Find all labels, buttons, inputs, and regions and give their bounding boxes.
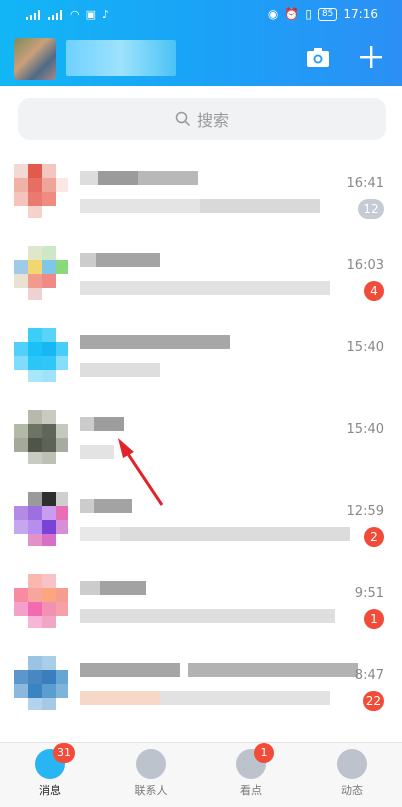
unread-count-badge: 1 [364, 609, 384, 629]
app-header: ◠ ▣ ♪ ◉ ⏰ ▯ 85 17:16 [0, 0, 402, 86]
tab-label: 动态 [341, 784, 363, 797]
eye-icon: 1 [236, 743, 274, 779]
app-notification-icon: ▣ [85, 8, 97, 21]
tab-messages[interactable]: 31 消息 [20, 743, 80, 798]
unread-count-badge: 4 [364, 281, 384, 301]
message-preview-blurred [80, 362, 160, 377]
profile-avatar[interactable] [14, 38, 56, 80]
tab-badge: 1 [254, 743, 274, 763]
message-preview-blurred [80, 280, 330, 295]
conversation-time: 9:51 [354, 586, 384, 601]
contact-name-blurred [80, 252, 160, 267]
conversation-time: 16:03 [346, 258, 384, 273]
conversation-time: 15:40 [346, 340, 384, 355]
tab-contacts[interactable]: 联系人 [121, 749, 181, 798]
camera-button[interactable] [306, 46, 330, 68]
plus-icon [360, 46, 382, 68]
contact-avatar-blurred [14, 246, 68, 300]
contact-avatar-blurred [14, 410, 68, 464]
conversation-time: 8:47 [354, 668, 384, 683]
tiktok-icon: ♪ [102, 8, 110, 21]
contact-avatar-blurred [14, 656, 68, 710]
search-placeholder: 搜索 [196, 111, 229, 130]
contact-avatar-blurred [14, 574, 68, 628]
contact-avatar-blurred [14, 492, 68, 546]
vibrate-icon: ▯ [305, 7, 312, 21]
unread-count-badge: 2 [364, 527, 384, 547]
conversation-time: 15:40 [346, 422, 384, 437]
tab-badge: 31 [53, 743, 75, 763]
planet-icon [337, 749, 367, 779]
tab-label: 消息 [39, 784, 61, 797]
message-preview-blurred [80, 444, 114, 459]
contact-avatar-blurred [14, 164, 68, 218]
conversation-row[interactable]: 15:40 [0, 398, 402, 480]
contact-name-blurred [80, 662, 358, 677]
tab-label: 看点 [240, 784, 262, 797]
wifi-icon: ◠ [70, 8, 80, 21]
tab-label: 联系人 [134, 784, 168, 797]
contacts-icon [136, 749, 166, 779]
search-bar[interactable]: 搜索 [18, 98, 386, 140]
search-icon [175, 111, 191, 127]
conversation-row[interactable]: 12:59 2 [0, 480, 402, 562]
contact-name-blurred [80, 334, 230, 349]
contact-name-blurred [80, 170, 198, 185]
tab-kandian[interactable]: 1 看点 [221, 743, 281, 798]
status-left-icons: ◠ ▣ ♪ [26, 8, 109, 21]
conversation-row[interactable]: 16:03 4 [0, 234, 402, 316]
conversation-time: 16:41 [346, 176, 384, 191]
status-time: 17:16 [343, 7, 378, 21]
conversation-row[interactable]: 15:40 [0, 316, 402, 398]
conversation-row[interactable]: 8:47 22 [0, 644, 402, 726]
message-preview-blurred [80, 608, 335, 623]
message-preview-blurred [80, 526, 350, 541]
contact-name-blurred [80, 416, 124, 431]
conversation-row[interactable]: 16:41 12 [0, 152, 402, 234]
message-preview-blurred [80, 198, 320, 213]
status-bar: ◠ ▣ ♪ ◉ ⏰ ▯ 85 17:16 [0, 0, 402, 30]
signal-icon [26, 9, 42, 20]
battery-icon: 85 [317, 7, 338, 21]
alarm-icon: ⏰ [284, 7, 300, 21]
message-preview-blurred [80, 690, 330, 705]
eye-comfort-icon: ◉ [267, 7, 279, 21]
profile-name-blurred[interactable] [66, 40, 176, 76]
contact-name-blurred [80, 498, 132, 513]
conversation-time: 12:59 [346, 504, 384, 519]
bottom-tab-bar: 31 消息 联系人 1 看点 动态 [0, 742, 402, 807]
conversation-row[interactable]: 9:51 1 [0, 562, 402, 644]
add-button[interactable] [358, 44, 384, 70]
unread-count-badge: 22 [362, 691, 384, 711]
unread-count-badge: 12 [358, 199, 384, 219]
tab-feeds[interactable]: 动态 [322, 749, 382, 798]
signal-icon [48, 9, 64, 20]
contact-name-blurred [80, 580, 146, 595]
status-right-icons: ◉ ⏰ ▯ 85 17:16 [268, 7, 378, 21]
contact-avatar-blurred [14, 328, 68, 382]
camera-icon [307, 48, 329, 67]
chat-bubble-icon: 31 [35, 743, 75, 779]
